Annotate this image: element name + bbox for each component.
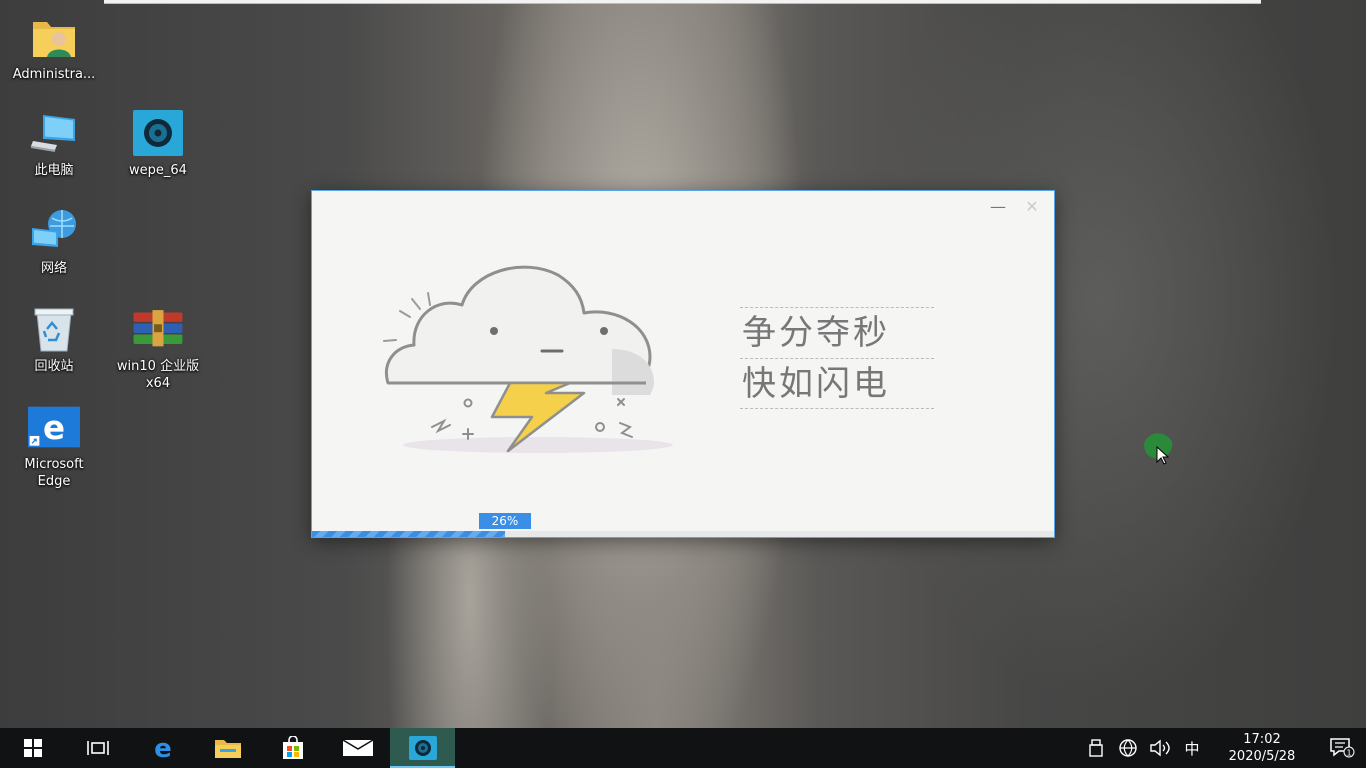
taskbar-store-button[interactable] xyxy=(260,728,325,768)
disk-icon xyxy=(408,736,437,760)
notification-count: 1 xyxy=(1346,749,1351,758)
usb-drive-icon[interactable] xyxy=(1080,728,1112,768)
desktop-icon-label: wepe_64 xyxy=(129,163,187,178)
computer-icon xyxy=(28,108,80,158)
taskbar-wepe-button[interactable] xyxy=(390,728,455,768)
taskbar: e 中 17:02 2020/5/28 1 xyxy=(0,728,1366,768)
slogan: 争分夺秒 快如闪电 xyxy=(740,307,934,409)
action-center-button[interactable]: 1 xyxy=(1318,728,1366,768)
desktop-icon-label: 网络 xyxy=(40,261,67,276)
winrar-archive-icon xyxy=(132,304,184,354)
cloud-lightning-illustration xyxy=(383,265,673,453)
desktop-icon-label: 此电脑 xyxy=(34,163,74,178)
folder-icon xyxy=(214,740,241,758)
user-folder-icon xyxy=(28,12,80,62)
minimize-button[interactable]: — xyxy=(984,195,1012,217)
system-tray: 中 17:02 2020/5/28 1 xyxy=(1080,728,1366,768)
edge-icon: e xyxy=(154,735,172,761)
disk-icon xyxy=(132,108,184,158)
desktop-icon-wepe[interactable]: wepe_64 xyxy=(110,108,206,179)
windows-logo-icon xyxy=(23,739,42,757)
slogan-line-2: 快如闪电 xyxy=(740,358,934,409)
taskbar-file-explorer-button[interactable] xyxy=(195,728,260,768)
start-button[interactable] xyxy=(0,728,65,768)
taskbar-mail-button[interactable] xyxy=(325,728,390,768)
mail-icon xyxy=(342,739,373,756)
volume-icon[interactable] xyxy=(1144,728,1176,768)
notification-icon: 1 xyxy=(1330,738,1355,758)
desktop-icon-label: Administra... xyxy=(12,67,96,82)
desktop-icon-edge[interactable]: e Microsoft Edge xyxy=(6,402,102,490)
desktop-icon-label: win10 企业版 x64 xyxy=(116,359,200,391)
installer-window: — ✕ 争分夺秒 快如闪电 26% xyxy=(311,190,1055,538)
desktop-icon-this-pc[interactable]: 此电脑 xyxy=(6,108,102,179)
progress-percent-badge: 26% xyxy=(479,513,531,529)
desktop-icon-network[interactable]: 网络 xyxy=(6,206,102,277)
desktop-icon-administrator[interactable]: Administra... xyxy=(6,12,102,83)
top-window-edge xyxy=(104,0,1261,4)
desktop-icon-label: Microsoft Edge xyxy=(24,457,84,489)
desktop-icon-recycle-bin[interactable]: 回收站 xyxy=(6,304,102,375)
svg-text:e: e xyxy=(43,409,65,447)
task-view-icon xyxy=(86,741,109,755)
recycle-bin-icon xyxy=(28,304,80,354)
edge-icon: e xyxy=(28,402,80,452)
desktop-icon-label: 回收站 xyxy=(34,359,74,374)
taskbar-edge-button[interactable]: e xyxy=(130,728,195,768)
desktop-icon-win10-archive[interactable]: win10 企业版 x64 xyxy=(110,304,206,392)
task-view-button[interactable] xyxy=(65,728,130,768)
clock-date: 2020/5/28 xyxy=(1228,749,1296,764)
store-bag-icon xyxy=(282,736,303,759)
mouse-cursor xyxy=(1156,445,1172,470)
progress-bar xyxy=(312,531,1054,537)
clock[interactable]: 17:02 2020/5/28 xyxy=(1214,731,1310,765)
progress-bar-fill xyxy=(312,531,505,537)
slogan-line-1: 争分夺秒 xyxy=(740,307,934,358)
network-globe-icon[interactable] xyxy=(1112,728,1144,768)
network-globe-icon xyxy=(28,206,80,256)
svg-text:e: e xyxy=(154,735,172,761)
close-button[interactable]: ✕ xyxy=(1018,195,1046,217)
clock-time: 17:02 xyxy=(1243,732,1281,747)
ime-indicator[interactable]: 中 xyxy=(1176,728,1208,768)
